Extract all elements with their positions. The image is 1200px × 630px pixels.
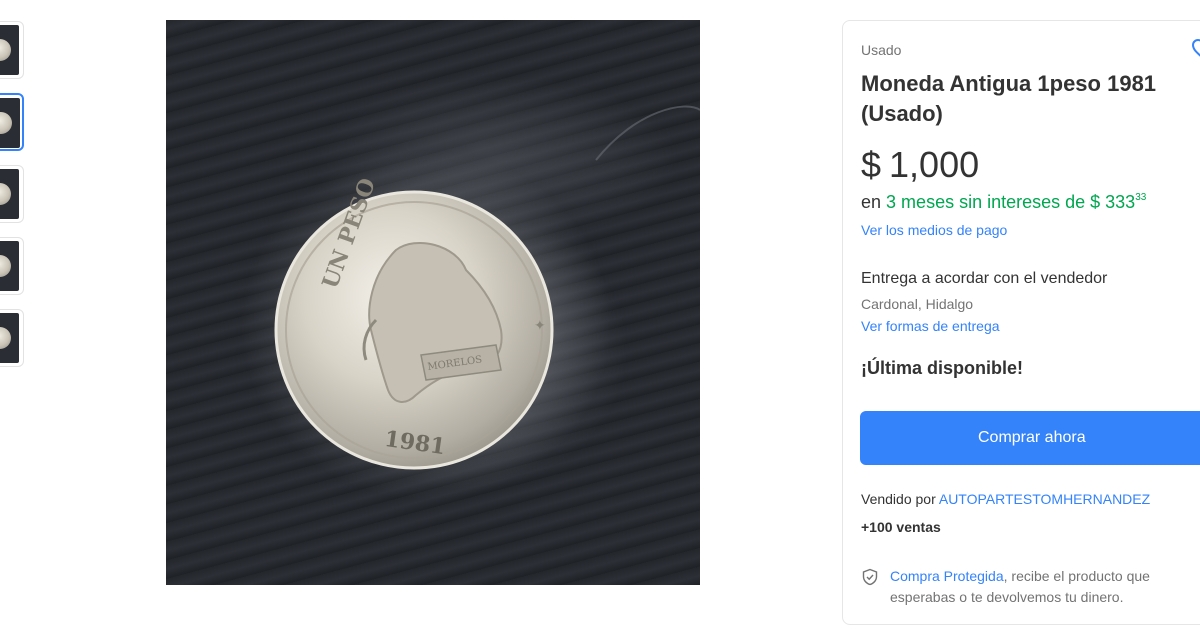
installments-info: en 3 meses sin intereses de $ 33333 xyxy=(861,192,1146,213)
purchase-panel: Usado Moneda Antigua 1peso 1981 (Usado) … xyxy=(842,20,1200,625)
thumbnail-4[interactable] xyxy=(0,237,24,295)
svg-text:✦: ✦ xyxy=(534,318,546,334)
thumbnail-3[interactable] xyxy=(0,165,24,223)
seller-location: Cardonal, Hidalgo xyxy=(861,296,974,312)
seller-prefix: Vendido por xyxy=(861,491,936,507)
product-title: Moneda Antigua 1peso 1981 (Usado) xyxy=(861,71,1157,126)
installments-cents: 33 xyxy=(1135,192,1147,203)
seller-name-link[interactable]: AUTOPARTESTOMHERNANDEZ xyxy=(939,491,1150,507)
payment-methods-link[interactable]: Ver los medios de pago xyxy=(861,222,1007,238)
seller-info: Vendido por AUTOPARTESTOMHERNANDEZ xyxy=(861,491,1150,507)
thumbnail-1[interactable] xyxy=(0,21,24,79)
product-image[interactable]: MORELOS 1981 UN PESO ✦ xyxy=(166,20,700,585)
buy-now-button[interactable]: Comprar ahora xyxy=(860,411,1200,465)
shield-check-icon xyxy=(861,568,879,591)
price-amount: 1,000 xyxy=(889,144,980,185)
stock-note: ¡Última disponible! xyxy=(861,358,1023,378)
protected-purchase-link[interactable]: Compra Protegida xyxy=(890,568,1004,584)
delivery-title: Entrega a acordar con el vendedor xyxy=(861,270,1108,287)
coin-illustration: MORELOS 1981 UN PESO ✦ xyxy=(241,105,700,500)
sales-count: +100 ventas xyxy=(861,519,941,535)
installments-prefix: en xyxy=(861,192,882,212)
thumbnail-5[interactable] xyxy=(0,309,24,367)
thumbnail-2[interactable] xyxy=(0,93,24,151)
item-condition: Usado xyxy=(861,42,902,58)
delivery-options-link[interactable]: Ver formas de entrega xyxy=(861,318,1000,334)
installments-text: 3 meses sin intereses de $ 333 xyxy=(886,192,1136,212)
heart-icon[interactable] xyxy=(1191,38,1200,65)
price: $1,000 xyxy=(861,144,979,186)
price-currency: $ xyxy=(861,144,882,185)
protected-purchase-text: Compra Protegida, recibe el producto que… xyxy=(890,566,1200,608)
